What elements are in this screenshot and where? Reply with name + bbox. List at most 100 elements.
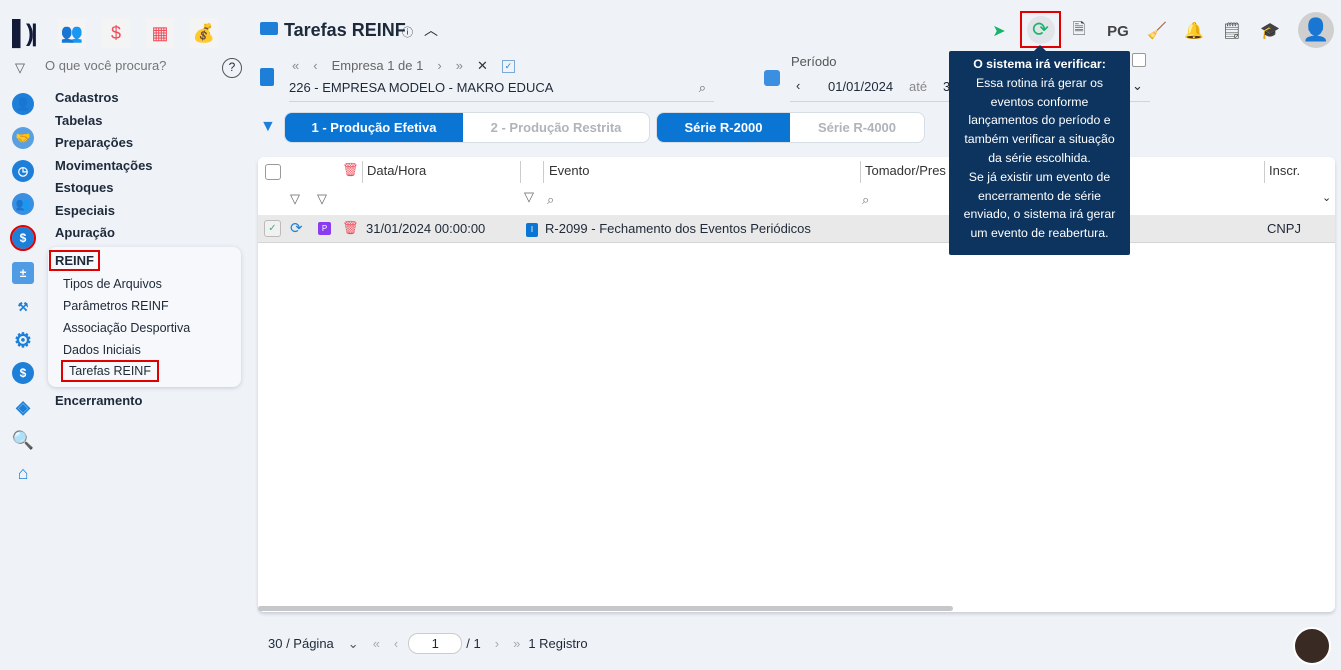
user-settings-icon[interactable]: 👤 xyxy=(12,93,34,115)
periodo-label: Período xyxy=(791,54,837,69)
menu-apuracao[interactable]: Apuração xyxy=(55,225,115,240)
menu-encerramento[interactable]: Encerramento xyxy=(55,393,142,408)
empresa-checkbox[interactable]: ✓ xyxy=(501,60,515,73)
tooltip-title: O sistema irá verificar: xyxy=(973,57,1106,71)
menu-cadastros[interactable]: Cadastros xyxy=(55,90,119,105)
filter-icon[interactable]: ▽ xyxy=(15,60,25,76)
search-icon[interactable]: ⌕ xyxy=(547,192,554,208)
graduation-cap-icon[interactable]: 🎓 xyxy=(1257,18,1283,44)
chevron-down-icon[interactable]: ⌄ xyxy=(1322,191,1331,204)
next-page-icon[interactable]: › xyxy=(495,636,499,651)
last-page-icon[interactable]: » xyxy=(513,636,520,651)
monitor-icon xyxy=(260,22,278,35)
home-icon[interactable]: ⌂ xyxy=(12,462,34,484)
money-bag-icon[interactable]: $ xyxy=(12,362,34,384)
last-icon[interactable]: » xyxy=(456,58,463,74)
menu-search-input[interactable] xyxy=(45,58,215,73)
per-page-select[interactable]: 30 / Página xyxy=(268,636,334,651)
select-all-checkbox[interactable] xyxy=(265,164,281,180)
send-icon[interactable]: ➤ xyxy=(986,18,1012,44)
next-icon[interactable]: › xyxy=(437,58,441,74)
delete-all-icon[interactable]: 🗑 xyxy=(342,162,359,178)
periodo-from[interactable]: 01/01/2024 xyxy=(828,79,893,94)
status-badge: P xyxy=(318,222,331,235)
periodo-checkbox[interactable] xyxy=(1132,53,1146,67)
first-icon[interactable]: « xyxy=(292,58,299,74)
search-icon[interactable]: 🔍 xyxy=(12,429,34,451)
page-total: / 1 xyxy=(466,636,481,651)
bell-icon[interactable]: 🔔 xyxy=(1181,18,1207,44)
money-bag-module-icon[interactable]: 💰 xyxy=(190,18,218,48)
row-checkbox[interactable]: ✓ xyxy=(264,220,281,237)
gear-icon[interactable]: ⚙ xyxy=(12,329,34,352)
serie-toggle: Série R-2000 Série R-4000 xyxy=(656,112,925,143)
dollar-icon[interactable]: $ xyxy=(10,225,36,251)
submenu-parametros-reinf[interactable]: Parâmetros REINF xyxy=(63,299,169,313)
periodo-prev-icon[interactable]: ‹ xyxy=(796,78,800,93)
submenu-dados-iniciais[interactable]: Dados Iniciais xyxy=(63,343,141,357)
dollar-module-icon[interactable]: $ xyxy=(102,18,130,48)
search-icon[interactable]: ⌕ xyxy=(862,192,869,208)
filter-icon[interactable]: ▽ xyxy=(317,191,327,207)
sync-icon[interactable]: ⟳ xyxy=(290,219,303,237)
layers-icon[interactable]: ◈ xyxy=(12,396,34,418)
delete-icon[interactable]: 🗑 xyxy=(342,220,359,236)
header-tomador[interactable]: Tomador/Pres xyxy=(865,163,946,178)
funnel-icon[interactable]: ▼ xyxy=(260,118,276,136)
menu-estoques[interactable]: Estoques xyxy=(55,180,114,195)
search-icon[interactable]: ⌕ xyxy=(699,80,706,96)
tab-producao-restrita[interactable]: 2 - Produção Restrita xyxy=(463,113,649,142)
tab-serie-r2000[interactable]: Série R-2000 xyxy=(657,113,790,142)
users-icon[interactable]: 👥 xyxy=(12,193,34,215)
menu-especiais[interactable]: Especiais xyxy=(55,203,115,218)
prev-page-icon[interactable]: ‹ xyxy=(394,636,398,651)
header-evento[interactable]: Evento xyxy=(549,163,589,178)
calculator-module-icon[interactable]: ▦ xyxy=(146,18,174,48)
horizontal-scrollbar[interactable] xyxy=(258,606,953,611)
table-row[interactable]: ✓ ⟳ P 🗑 31/01/2024 00:00:00 I R-2099 - F… xyxy=(258,215,1335,243)
tab-serie-r4000[interactable]: Série R-4000 xyxy=(790,113,924,142)
avatar[interactable]: 👤 xyxy=(1298,12,1334,48)
assistant-avatar[interactable] xyxy=(1293,627,1331,665)
empresa-field[interactable]: 226 - EMPRESA MODELO - MAKRO EDUCA ⌕ xyxy=(289,80,714,102)
tab-producao-efetiva[interactable]: 1 - Produção Efetiva xyxy=(285,113,464,142)
filter-icon[interactable]: ▽ xyxy=(524,189,534,205)
people-icon[interactable]: 👥 xyxy=(58,18,86,48)
document-icon[interactable]: 🗎 xyxy=(1066,18,1092,44)
first-page-icon[interactable]: « xyxy=(373,636,380,651)
row-data-hora: 31/01/2024 00:00:00 xyxy=(366,221,486,236)
clock-icon[interactable]: ◷ xyxy=(12,160,34,182)
menu-tabelas[interactable]: Tabelas xyxy=(55,113,102,128)
prev-icon[interactable]: ‹ xyxy=(313,58,317,74)
info-icon[interactable]: ⓘ xyxy=(402,24,413,40)
menu-preparacoes[interactable]: Preparações xyxy=(55,135,133,150)
pg-button[interactable]: PG xyxy=(1103,18,1133,44)
handshake-icon[interactable]: 🤝 xyxy=(12,127,34,149)
chevron-down-icon[interactable]: ⌄ xyxy=(348,636,359,652)
help-icon[interactable]: ? xyxy=(222,58,242,78)
submenu-associacao-desportiva[interactable]: Associação Desportiva xyxy=(63,321,190,335)
sync-tooltip: O sistema irá verificar: Essa rotina irá… xyxy=(949,45,1130,255)
record-count: 1 Registro xyxy=(528,636,588,651)
close-icon[interactable]: ✕ xyxy=(477,58,488,74)
header-data-hora[interactable]: Data/Hora xyxy=(367,163,426,178)
periodo-chevron-icon[interactable]: ⌄ xyxy=(1132,78,1143,94)
row-evento: R-2099 - Fechamento dos Eventos Periódic… xyxy=(545,221,811,236)
tasks-table: 🗑 Data/Hora Evento Tomador/Pres Inscr. ▽… xyxy=(258,157,1335,612)
page-input[interactable]: 1 xyxy=(408,633,463,654)
report-search-icon[interactable]: 🗒 xyxy=(1219,18,1245,44)
page-title: Tarefas REINF xyxy=(284,20,406,40)
sync-button[interactable]: ⟳ xyxy=(1020,11,1061,48)
tools-icon[interactable]: ⚒ xyxy=(12,296,34,318)
header-inscr[interactable]: Inscr. xyxy=(1269,163,1300,178)
broom-icon[interactable]: 🧹 xyxy=(1144,18,1170,44)
menu-movimentacoes[interactable]: Movimentações xyxy=(55,158,153,173)
filter-icon[interactable]: ▽ xyxy=(290,191,300,207)
calculator-icon[interactable]: ± xyxy=(12,262,34,284)
collapse-chevron-icon[interactable]: ︿ xyxy=(424,20,438,40)
event-type-badge: I xyxy=(526,223,538,237)
submenu-tarefas-reinf[interactable]: Tarefas REINF xyxy=(61,360,159,382)
building-icon xyxy=(260,68,274,86)
submenu-tipos-arquivos[interactable]: Tipos de Arquivos xyxy=(63,277,162,291)
menu-reinf[interactable]: REINF xyxy=(49,250,100,271)
